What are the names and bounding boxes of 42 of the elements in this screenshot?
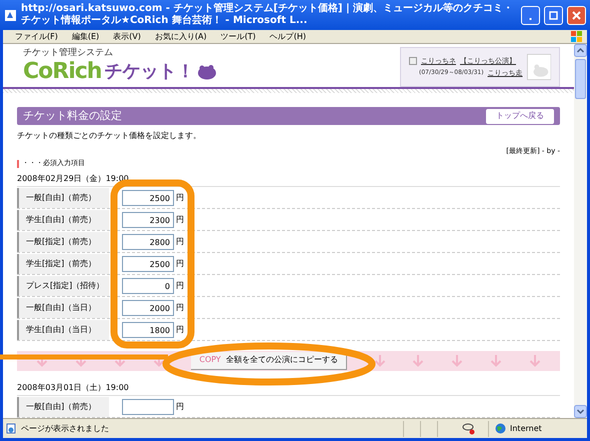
section-title: チケット料金の設定 [23,108,122,124]
logo-brand: CoRich [23,59,102,85]
price-field[interactable]: 2500 [122,256,174,272]
copy-label: 全額を全ての公演にコピーする [226,354,338,366]
ticket-type-label: 学生[自由]（前売） [17,210,109,230]
currency-unit: 円 [176,401,184,413]
menu-item[interactable]: 表示(V) [113,30,141,42]
ticket-type-label: プレス[指定]（招待） [17,276,109,296]
currency-unit: 円 [176,214,184,226]
ticket-type-label: 一般[指定]（前売） [17,232,109,252]
currency-unit: 円 [176,258,184,270]
price-field[interactable]: 2300 [122,212,174,228]
description-text: チケットの種類ごとのチケット価格を設定します。 [17,131,202,142]
copy-all-button[interactable]: COPY 全額を全ての公演にコピーする [191,352,347,370]
performance-datetime: 2008年03月01日（土）19:00 [17,382,560,396]
price-field[interactable]: 2500 [122,190,174,206]
currency-unit: 円 [176,302,184,314]
price-field[interactable]: 2800 [122,234,174,250]
back-to-top-button[interactable]: トップへ戻る [486,108,554,124]
ticket-type-label: 一般[自由]（前売） [17,397,109,417]
status-text: ページが表示されました [21,422,109,434]
menu-item[interactable]: 編集(E) [72,30,100,42]
copy-prefix: COPY [199,354,221,366]
system-name: チケット管理システム [23,47,114,59]
price-field[interactable]: 2000 [122,300,174,316]
ticket-type-label: 学生[自由]（当日） [17,320,109,340]
security-zone: Internet [510,422,542,434]
ticket-type-label: 学生[指定]（前売） [17,254,109,274]
menu-item[interactable]: ツール(T) [220,30,256,42]
menu-item[interactable]: ファイル(F) [15,30,58,42]
currency-unit: 円 [176,280,184,292]
window-title: http://osari.katsuwo.com - チケット管理システム[チケット価格] | 演劇、ミュージカル等のクチコミ・チケット情報ポータル★CoRich 舞台芸術！ - Microsoft L... [21,3,514,27]
logo-suffix: チケット！ [104,60,194,84]
menu-item[interactable]: お気に入り(A) [154,30,207,42]
menu-item[interactable]: ヘルプ(H) [270,30,306,42]
price-field[interactable]: 0 [122,278,174,294]
currency-unit: 円 [176,236,184,248]
ticket-type-label: 一般[自由]（当日） [17,298,109,318]
price-field[interactable]: 1800 [122,322,174,338]
currency-unit: 円 [176,192,184,204]
ticket-type-label: 一般[自由]（前売） [17,188,109,208]
currency-unit: 円 [176,324,184,336]
